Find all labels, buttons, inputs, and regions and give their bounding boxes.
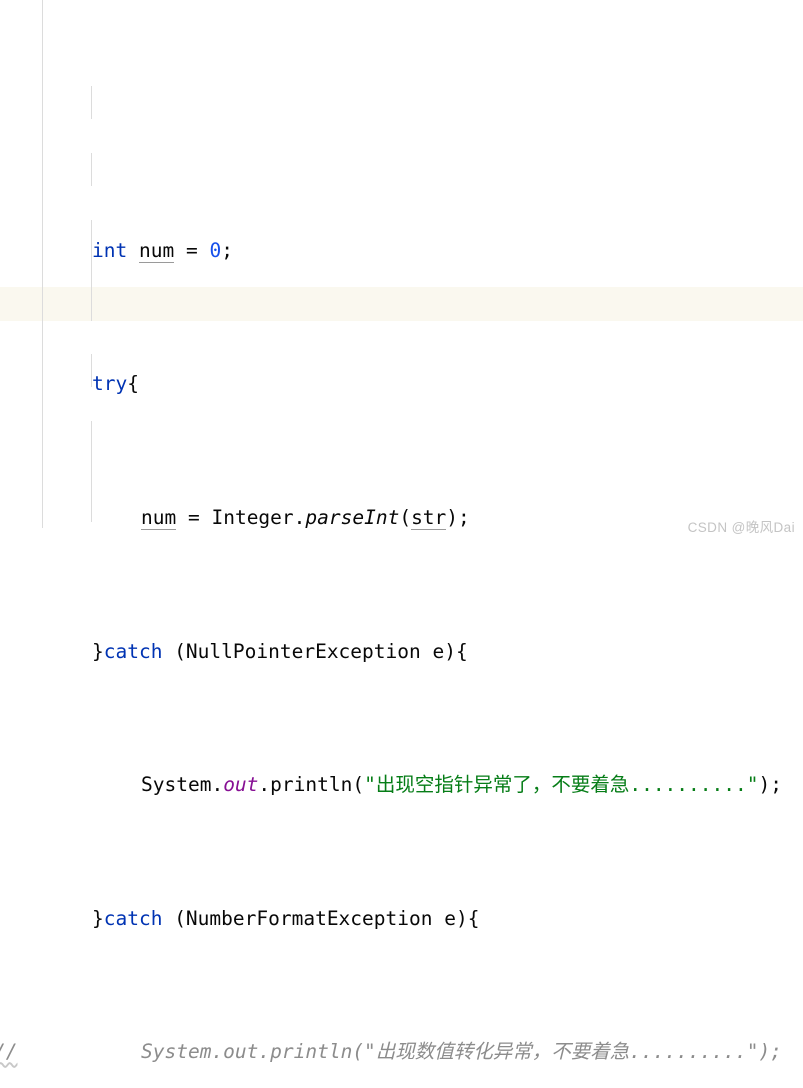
keyword-catch: catch [103,639,163,663]
code-line-comment-nfe-println[interactable]: // System.out.println("出现数值转化异常，不要着急.....… [0,1035,803,1068]
code-content[interactable]: int num = 0; try{ num = Integer.parseInt… [0,0,803,1088]
method-println: .println( [258,773,365,797]
variable-str: str [411,506,447,531]
string-npe-message: "出现空指针异常了，不要着急.........." [364,773,759,797]
code-line-parseint[interactable]: num = Integer.parseInt(str); [0,501,803,534]
exception-nullpointer: (NullPointerException e){ [162,639,468,663]
field-out: out [223,773,259,797]
code-line-catch-npe[interactable]: }catch (NullPointerException e){ [0,635,803,668]
close-brace: } [92,906,104,930]
method-parseint: parseInt [305,506,400,530]
code-line-blank-top [0,100,803,133]
open-brace: { [127,372,139,396]
watermark: CSDN @晚风Dai [687,520,795,535]
paren-close: ); [446,506,470,530]
code-line-println-npe[interactable]: System.out.println("出现空指针异常了，不要着急.......… [0,768,803,801]
code-editor[interactable]: int num = 0; try{ num = Integer.parseInt… [0,0,803,1063]
literal-zero: 0 [209,238,222,262]
variable-num: num [138,238,175,263]
class-system: System. [141,773,224,797]
paren-open: ( [399,506,412,530]
variable-num: num [141,506,177,531]
keyword-catch: catch [103,906,163,930]
operator-assign: = [174,238,210,262]
comment-text-nfe-println: System.out.println("出现数值转化异常，不要着急.......… [141,1040,782,1064]
code-line-int-num[interactable]: int num = 0; [0,234,803,267]
code-line-catch-nfe[interactable]: }catch (NumberFormatException e){ [0,902,803,935]
exception-numberformat: (NumberFormatException e){ [162,906,480,930]
keyword-try: try [92,372,128,396]
semicolon: ; [221,238,233,262]
paren-close: ); [758,773,782,797]
comment-marker-icon: // [0,1040,18,1064]
close-brace: } [92,639,104,663]
keyword-int: int [92,238,128,262]
class-integer: Integer. [211,506,306,530]
code-line-try[interactable]: try{ [0,367,803,400]
operator-assign: = [176,506,212,530]
